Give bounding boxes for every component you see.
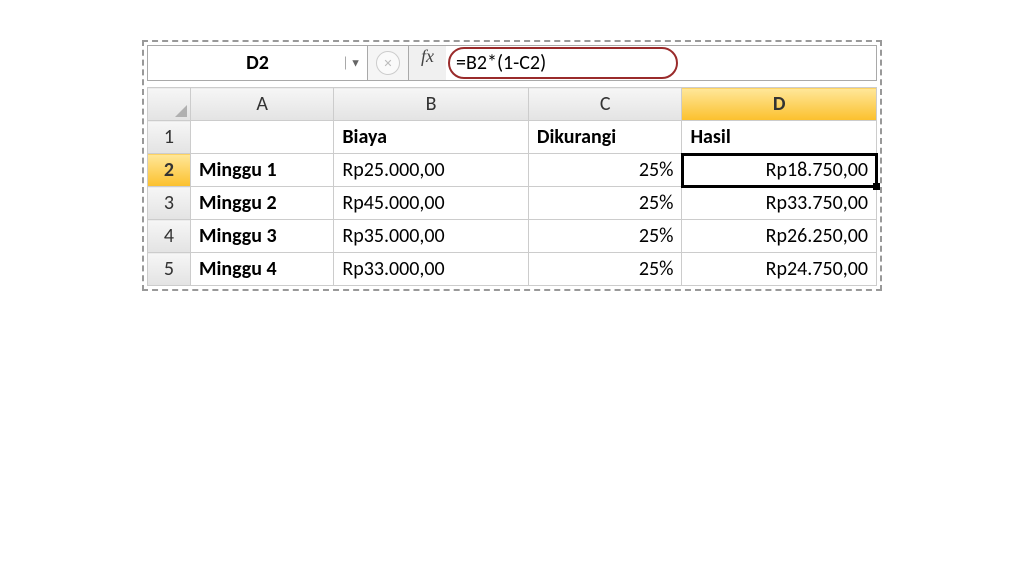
- cell-A5[interactable]: Minggu 4: [191, 253, 334, 286]
- fx-icon[interactable]: fx: [409, 46, 446, 80]
- cell-C4[interactable]: 25%: [528, 220, 682, 253]
- cell-B5[interactable]: Rp33.000,00: [334, 253, 529, 286]
- col-header-C[interactable]: C: [528, 88, 682, 121]
- table-row: 3 Minggu 2 Rp45.000,00 25% Rp33.750,00: [148, 187, 877, 220]
- col-header-A[interactable]: A: [191, 88, 334, 121]
- formula-input[interactable]: =B2*(1-C2): [446, 46, 876, 80]
- cell-A3[interactable]: Minggu 2: [191, 187, 334, 220]
- select-all-button[interactable]: [148, 88, 191, 121]
- cell-B3[interactable]: Rp45.000,00: [334, 187, 529, 220]
- cell-A2[interactable]: Minggu 1: [191, 154, 334, 187]
- formula-bar: D2 ▼ ✕ fx =B2*(1-C2): [147, 45, 877, 81]
- col-header-B[interactable]: B: [334, 88, 529, 121]
- spreadsheet-window: D2 ▼ ✕ fx =B2*(1-C2) A B C D 1 Biaya Dik…: [142, 40, 882, 291]
- cell-D2[interactable]: Rp18.750,00: [682, 154, 877, 187]
- row-header-5[interactable]: 5: [148, 253, 191, 286]
- table-row: 2 Minggu 1 Rp25.000,00 25% Rp18.750,00: [148, 154, 877, 187]
- row-header-2[interactable]: 2: [148, 154, 191, 187]
- name-box[interactable]: D2 ▼: [148, 46, 368, 80]
- cell-A1[interactable]: [191, 121, 334, 154]
- cell-D1[interactable]: Hasil: [682, 121, 877, 154]
- formula-text: =B2*(1-C2): [456, 51, 546, 75]
- name-box-value: D2: [246, 51, 269, 75]
- cell-B2[interactable]: Rp25.000,00: [334, 154, 529, 187]
- cell-A4[interactable]: Minggu 3: [191, 220, 334, 253]
- row-header-1[interactable]: 1: [148, 121, 191, 154]
- cell-D4[interactable]: Rp26.250,00: [682, 220, 877, 253]
- cell-C3[interactable]: 25%: [528, 187, 682, 220]
- row-header-3[interactable]: 3: [148, 187, 191, 220]
- cell-D3[interactable]: Rp33.750,00: [682, 187, 877, 220]
- cell-C5[interactable]: 25%: [528, 253, 682, 286]
- table-row: 5 Minggu 4 Rp33.000,00 25% Rp24.750,00: [148, 253, 877, 286]
- col-header-D[interactable]: D: [682, 88, 877, 121]
- table-row: 4 Minggu 3 Rp35.000,00 25% Rp26.250,00: [148, 220, 877, 253]
- cancel-icon[interactable]: ✕: [376, 51, 400, 75]
- table-row: 1 Biaya Dikurangi Hasil: [148, 121, 877, 154]
- fx-button-group: ✕: [368, 46, 409, 80]
- cell-C1[interactable]: Dikurangi: [528, 121, 682, 154]
- cell-B4[interactable]: Rp35.000,00: [334, 220, 529, 253]
- cell-D5[interactable]: Rp24.750,00: [682, 253, 877, 286]
- column-header-row: A B C D: [148, 88, 877, 121]
- spreadsheet-grid[interactable]: A B C D 1 Biaya Dikurangi Hasil 2 Minggu…: [147, 87, 877, 286]
- cell-B1[interactable]: Biaya: [334, 121, 529, 154]
- chevron-down-icon[interactable]: ▼: [345, 57, 361, 70]
- cell-C2[interactable]: 25%: [528, 154, 682, 187]
- row-header-4[interactable]: 4: [148, 220, 191, 253]
